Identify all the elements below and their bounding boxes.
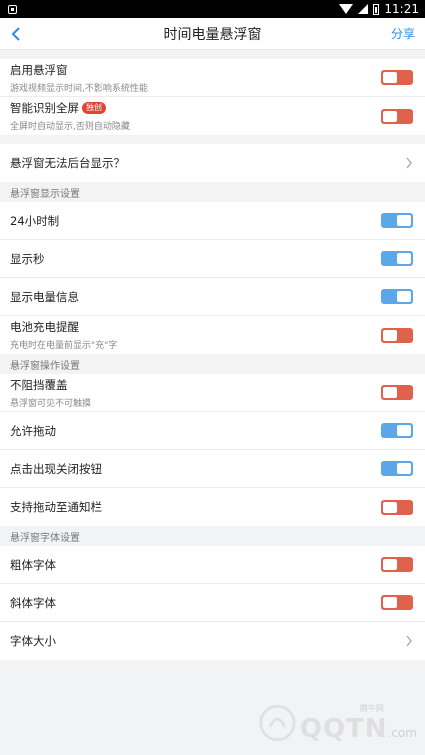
display-settings-card: 24小时制 显示秒 显示电量信息 电池充电提醒 充电时在电量前显示"充"字 bbox=[0, 202, 425, 354]
wifi-icon bbox=[339, 4, 354, 14]
row-no-block[interactable]: 不阻挡覆盖 悬浮窗可见不可触摸 bbox=[0, 374, 425, 412]
toggle-charge-reminder[interactable] bbox=[381, 327, 413, 343]
row-subtitle: 悬浮窗可见不可触摸 bbox=[10, 398, 92, 409]
watermark-domain: .com bbox=[387, 725, 417, 740]
row-smart-fullscreen[interactable]: 智能识别全屏 独创 全屏时自动显示,否则自动隐藏 bbox=[0, 97, 425, 135]
chevron-right-icon bbox=[405, 635, 413, 647]
badge-original: 独创 bbox=[82, 102, 106, 114]
back-button[interactable] bbox=[10, 20, 38, 48]
toggle-drag-to-notification[interactable] bbox=[381, 499, 413, 515]
font-settings-card: 粗体字体 斜体字体 字体大小 bbox=[0, 546, 425, 660]
row-title: 不阻挡覆盖 bbox=[10, 377, 68, 392]
signal-icon bbox=[358, 4, 369, 14]
section-title-operation: 悬浮窗操作设置 bbox=[0, 354, 425, 374]
status-time: 11:21 bbox=[384, 2, 419, 16]
operation-settings-card: 不阻挡覆盖 悬浮窗可见不可触摸 允许拖动 点击出现关闭按钮 支持拖动至通知栏 bbox=[0, 374, 425, 526]
share-button[interactable]: 分享 bbox=[391, 25, 415, 42]
row-bold-font[interactable]: 粗体字体 bbox=[0, 546, 425, 584]
app-header: 时间电量悬浮窗 分享 bbox=[0, 18, 425, 50]
page-title: 时间电量悬浮窗 bbox=[163, 26, 262, 43]
row-subtitle: 全屏时自动显示,否则自动隐藏 bbox=[10, 122, 130, 132]
status-bar: 11:21 bbox=[0, 0, 425, 18]
section-title-font: 悬浮窗字体设置 bbox=[0, 526, 425, 546]
row-title: 显示电量信息 bbox=[10, 289, 79, 304]
row-title: 斜体字体 bbox=[10, 595, 56, 610]
row-title: 字体大小 bbox=[10, 634, 56, 648]
row-title: 智能识别全屏 bbox=[10, 101, 79, 115]
row-tap-close-button[interactable]: 点击出现关闭按钮 bbox=[0, 450, 425, 488]
toggle-show-seconds[interactable] bbox=[381, 251, 413, 266]
watermark-small-text: 腾牛网 bbox=[359, 703, 384, 713]
row-subtitle: 充电时在电量前显示"充"字 bbox=[10, 341, 118, 351]
toggle-bold-font[interactable] bbox=[381, 557, 413, 572]
row-show-battery[interactable]: 显示电量信息 bbox=[0, 278, 425, 316]
row-title: 24小时制 bbox=[10, 213, 60, 228]
battery-charging-icon bbox=[373, 3, 380, 15]
watermark-brand: QQTN bbox=[299, 713, 388, 744]
row-title: 点击出现关闭按钮 bbox=[10, 461, 102, 476]
qqtn-logo-icon bbox=[259, 704, 296, 742]
row-show-seconds[interactable]: 显示秒 bbox=[0, 240, 425, 278]
toggle-no-block[interactable] bbox=[381, 385, 413, 400]
toggle-tap-close-button[interactable] bbox=[381, 461, 413, 476]
watermark: 腾牛网 QQTN.com bbox=[257, 697, 417, 749]
toggle-24-hour[interactable] bbox=[381, 213, 413, 228]
row-title: 支持拖动至通知栏 bbox=[10, 500, 102, 514]
chevron-left-icon bbox=[11, 26, 20, 41]
row-title: 悬浮窗无法后台显示？ bbox=[10, 156, 125, 170]
row-drag-to-notification[interactable]: 支持拖动至通知栏 bbox=[0, 488, 425, 526]
row-title: 电池充电提醒 bbox=[10, 320, 79, 334]
row-title: 粗体字体 bbox=[10, 557, 56, 572]
row-font-size[interactable]: 字体大小 bbox=[0, 622, 425, 660]
general-settings-card: 启用悬浮窗 游戏视频显示时间,不影响系统性能 智能识别全屏 独创 全屏时自动显示… bbox=[0, 59, 425, 135]
toggle-smart-fullscreen[interactable] bbox=[381, 108, 413, 124]
row-italic-font[interactable]: 斜体字体 bbox=[0, 584, 425, 622]
row-title: 启用悬浮窗 bbox=[10, 62, 68, 77]
toggle-allow-drag[interactable] bbox=[381, 423, 413, 438]
toggle-show-battery[interactable] bbox=[381, 289, 413, 304]
row-title: 显示秒 bbox=[10, 251, 45, 266]
row-subtitle: 游戏视频显示时间,不影响系统性能 bbox=[10, 83, 148, 94]
row-24-hour[interactable]: 24小时制 bbox=[0, 202, 425, 240]
row-allow-drag[interactable]: 允许拖动 bbox=[0, 412, 425, 450]
row-title: 允许拖动 bbox=[10, 423, 56, 438]
section-title-display: 悬浮窗显示设置 bbox=[0, 182, 425, 202]
row-background-help[interactable]: 悬浮窗无法后台显示？ bbox=[0, 144, 425, 182]
toggle-italic-font[interactable] bbox=[381, 595, 413, 610]
row-charge-reminder[interactable]: 电池充电提醒 充电时在电量前显示"充"字 bbox=[0, 316, 425, 354]
notification-icon bbox=[8, 4, 17, 14]
chevron-right-icon bbox=[405, 157, 413, 169]
row-enable-float-window[interactable]: 启用悬浮窗 游戏视频显示时间,不影响系统性能 bbox=[0, 59, 425, 97]
toggle-enable-float-window[interactable] bbox=[381, 70, 413, 85]
